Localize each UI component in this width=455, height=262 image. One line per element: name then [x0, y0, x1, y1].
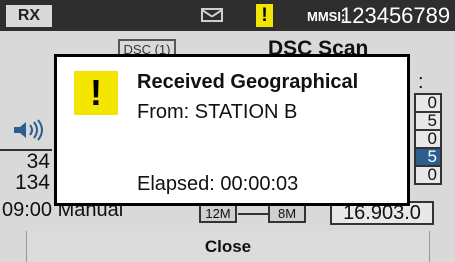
- warning-icon: !: [256, 4, 273, 27]
- left-value: 134: [14, 171, 50, 194]
- close-button[interactable]: Close: [26, 231, 430, 262]
- left-value: 34: [26, 150, 50, 173]
- size-tag-8m: 8M: [268, 204, 306, 223]
- dialog-title: Received Geographical: [137, 71, 359, 93]
- dialog-sender: From: STATION B: [137, 101, 298, 123]
- colon-mark: :: [418, 71, 424, 93]
- right-cell-active: 5: [414, 147, 442, 165]
- envelope-icon: [201, 8, 223, 22]
- right-cell: 0: [414, 93, 442, 111]
- right-value-column: 0 5 0 5 0: [414, 93, 442, 185]
- alert-dialog: ! Received Geographical From: STATION B …: [54, 54, 410, 206]
- softkey-bar: Close: [0, 231, 455, 262]
- speaker-icon: [14, 119, 43, 141]
- size-tag-12m: 12M: [199, 204, 237, 223]
- mmsi-value: 123456789: [340, 3, 451, 28]
- status-bar: RX ! MMSI: 123456789: [0, 0, 455, 31]
- right-cell: 5: [414, 111, 442, 129]
- warning-icon: !: [74, 71, 118, 115]
- rx-indicator: RX: [6, 5, 52, 27]
- size-connector: [238, 213, 268, 215]
- left-value-column: 34 134: [0, 149, 52, 193]
- elapsed-time: Elapsed: 00:00:03: [137, 173, 299, 195]
- right-cell: 0: [414, 129, 442, 147]
- right-cell: 0: [414, 165, 442, 185]
